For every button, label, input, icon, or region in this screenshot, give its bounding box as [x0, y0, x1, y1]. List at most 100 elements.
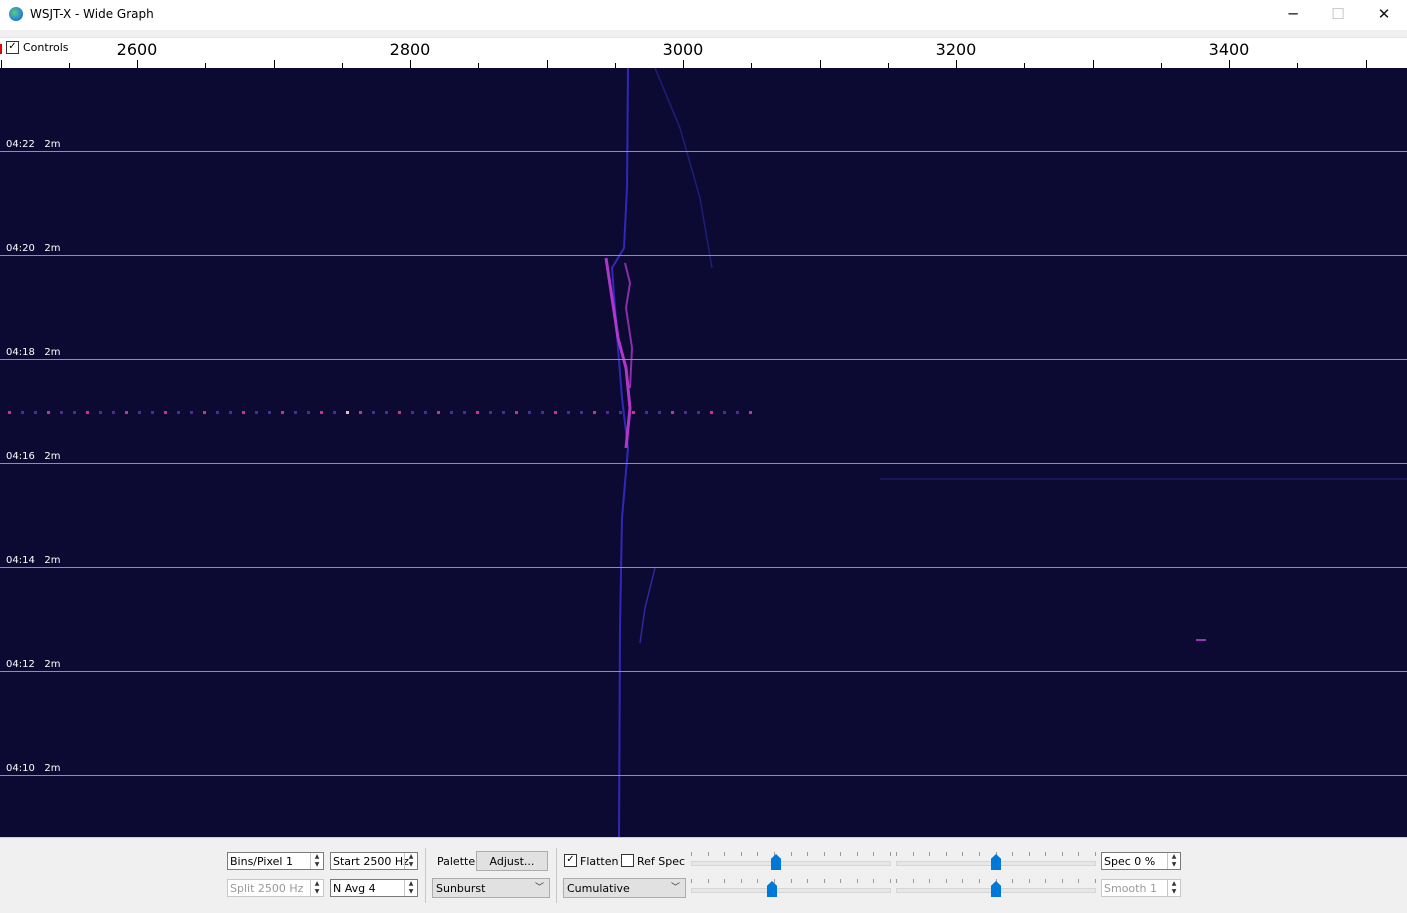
- time-separator-line: [0, 255, 1407, 256]
- minimize-button[interactable]: ─: [1270, 0, 1316, 30]
- interference-dot: [580, 411, 583, 414]
- time-separator-line: [0, 671, 1407, 672]
- tx-frequency-marker: [0, 44, 2, 54]
- spin-arrows-icon[interactable]: ▲ ▼: [310, 853, 323, 869]
- bins-per-pixel-spinbox[interactable]: Bins/Pixel 1 ▲ ▼: [227, 852, 324, 870]
- freq-label-3000: 3000: [662, 40, 704, 59]
- chevron-down-icon: ﹀: [534, 883, 544, 893]
- n-avg-spinbox[interactable]: N Avg 4 ▲ ▼: [330, 879, 418, 897]
- start-frequency-spinbox[interactable]: Start 2500 Hz ▲ ▼: [330, 852, 418, 870]
- interference-dot: [437, 411, 440, 414]
- interference-dot: [736, 411, 739, 414]
- spec-value: Spec 0 %: [1104, 855, 1156, 868]
- time-separator-line: [0, 359, 1407, 360]
- interference-dot: [164, 411, 167, 414]
- spin-arrows-icon: ▲ ▼: [1167, 880, 1180, 896]
- interference-dot: [190, 411, 193, 414]
- spin-arrows-icon[interactable]: ▲ ▼: [404, 853, 417, 869]
- interference-dot: [658, 411, 661, 414]
- n-avg-value: N Avg 4: [333, 882, 376, 895]
- freq-label-3200: 3200: [935, 40, 977, 59]
- interference-dot: [86, 411, 89, 414]
- interference-dot: [203, 411, 206, 414]
- interference-dot: [151, 411, 154, 414]
- time-separator-line: [0, 567, 1407, 568]
- frequency-scale[interactable]: ✓ Controls 2600 2800 3000 3200 3400: [0, 37, 1407, 69]
- palette-select[interactable]: Sunburst ﹀: [432, 878, 550, 898]
- interference-dot: [463, 411, 466, 414]
- interference-dot: [697, 411, 700, 414]
- interference-dot: [21, 411, 24, 414]
- separator: [556, 848, 557, 903]
- ref-spec-checkbox[interactable]: [621, 854, 634, 867]
- interference-dot: [177, 411, 180, 414]
- spin-arrows-icon: ▲ ▼: [310, 880, 323, 896]
- split-spinbox: Split 2500 Hz ▲ ▼: [227, 879, 324, 897]
- interference-dot: [515, 411, 518, 414]
- spin-arrows-icon[interactable]: ▲ ▼: [404, 880, 417, 896]
- interference-dot: [268, 411, 271, 414]
- maximize-button[interactable]: ☐: [1315, 0, 1361, 30]
- interference-dot: [723, 411, 726, 414]
- time-separator-line: [0, 151, 1407, 152]
- freq-label-2800: 2800: [389, 40, 431, 59]
- interference-dot: [346, 411, 349, 414]
- interference-dot: [47, 411, 50, 414]
- signal-trace: [654, 68, 713, 269]
- slider-track: [691, 861, 891, 866]
- controls-label: Controls: [23, 41, 69, 54]
- interference-dot: [138, 411, 141, 414]
- controls-checkbox[interactable]: ✓: [6, 41, 19, 54]
- freq-label-2600: 2600: [116, 40, 158, 59]
- spectrum-mode-value: Cumulative: [567, 882, 630, 895]
- interference-dot: [229, 411, 232, 414]
- interference-dot: [450, 411, 453, 414]
- adjust-palette-button[interactable]: Adjust...: [476, 851, 548, 871]
- time-separator-line: [0, 775, 1407, 776]
- wsjtx-globe-icon: [9, 7, 23, 21]
- close-button[interactable]: ✕: [1361, 0, 1407, 30]
- time-mark-label: 04:10 2m: [6, 763, 61, 774]
- window-title: WSJT-X - Wide Graph: [30, 7, 154, 21]
- flatten-label: Flatten: [580, 855, 619, 868]
- time-mark-label: 04:18 2m: [6, 347, 61, 358]
- interference-dot: [112, 411, 115, 414]
- interference-dot: [554, 411, 557, 414]
- interference-dot: [502, 411, 505, 414]
- interference-dot: [216, 411, 219, 414]
- start-frequency-value: Start 2500 Hz: [333, 855, 409, 868]
- interference-dot: [541, 411, 544, 414]
- time-mark-label: 04:16 2m: [6, 451, 61, 462]
- interference-dot: [528, 411, 531, 414]
- slider-track: [691, 888, 891, 893]
- zero-slider-1[interactable]: [691, 879, 891, 899]
- controls-panel: Bins/Pixel 1 ▲ ▼ Split 2500 Hz ▲ ▼ Start 2…: [0, 837, 1407, 913]
- interference-dot: [632, 411, 635, 414]
- interference-dot: [372, 411, 375, 414]
- interference-dot: [281, 411, 284, 414]
- interference-dot: [489, 411, 492, 414]
- waterfall-display[interactable]: 04:22 2m 04:20 2m 04:18 2m 04:16 2m 04:14 2m…: [0, 68, 1407, 837]
- flatten-checkbox[interactable]: ✓: [564, 854, 577, 867]
- interference-dot: [242, 411, 245, 414]
- chevron-down-icon: ﹀: [670, 883, 680, 893]
- interference-dot: [8, 411, 11, 414]
- spec-spinbox[interactable]: Spec 0 % ▲ ▼: [1101, 852, 1181, 870]
- title-bar: WSJT-X - Wide Graph ─ ☐ ✕: [0, 0, 1407, 30]
- interference-dot: [294, 411, 297, 414]
- gain-slider-2[interactable]: [896, 852, 1096, 872]
- interference-dot: [385, 411, 388, 414]
- interference-dot: [73, 411, 76, 414]
- spectrum-mode-select[interactable]: Cumulative ﹀: [563, 878, 686, 898]
- spin-arrows-icon[interactable]: ▲ ▼: [1167, 853, 1180, 869]
- zero-slider-2[interactable]: [896, 879, 1096, 899]
- interference-dot: [593, 411, 596, 414]
- time-mark-label: 04:20 2m: [6, 243, 61, 254]
- palette-label: Palette: [437, 855, 476, 868]
- interference-dot: [320, 411, 323, 414]
- interference-dot: [125, 411, 128, 414]
- smooth-value: Smooth 1: [1104, 882, 1157, 895]
- ref-spec-label: Ref Spec: [637, 855, 686, 868]
- interference-dot: [307, 411, 310, 414]
- gain-slider-1[interactable]: [691, 852, 891, 872]
